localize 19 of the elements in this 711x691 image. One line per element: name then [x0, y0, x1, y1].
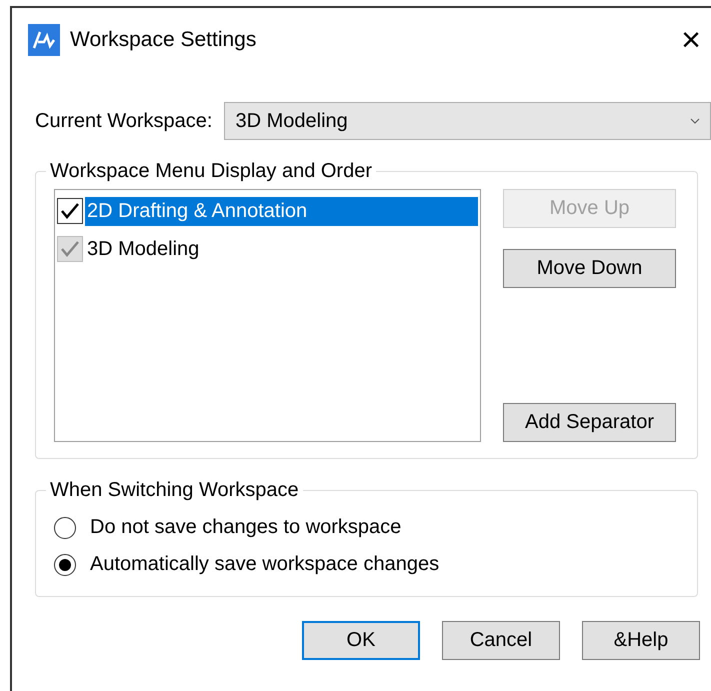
dialog-button[interactable]: Cancel [442, 621, 560, 660]
workspace-dropdown[interactable]: 3D Modeling [224, 102, 711, 140]
dialog-button[interactable]: &Help [582, 621, 700, 660]
app-icon [28, 24, 60, 56]
window-title: Workspace Settings [70, 28, 258, 52]
group-title: Workspace Menu Display and Order [49, 160, 373, 183]
close-button[interactable]: × [671, 23, 711, 57]
list-action-button[interactable]: Add Separator [503, 403, 676, 442]
field-label: Current Workspace: [35, 110, 212, 132]
radio-button[interactable] [54, 554, 76, 576]
radio-button[interactable] [54, 516, 76, 538]
radio-label: Automatically save workspace changes [90, 553, 440, 576]
group-title: When Switching Workspace [49, 479, 300, 502]
chevron-down-icon [690, 118, 700, 124]
dialog-button[interactable]: OK [302, 621, 420, 660]
radio-label: Do not save changes to workspace [90, 516, 402, 539]
list-action-button[interactable]: Move Down [503, 249, 676, 288]
list-item[interactable]: 2D Drafting & Annotation [85, 196, 478, 226]
checkbox[interactable] [57, 198, 83, 224]
